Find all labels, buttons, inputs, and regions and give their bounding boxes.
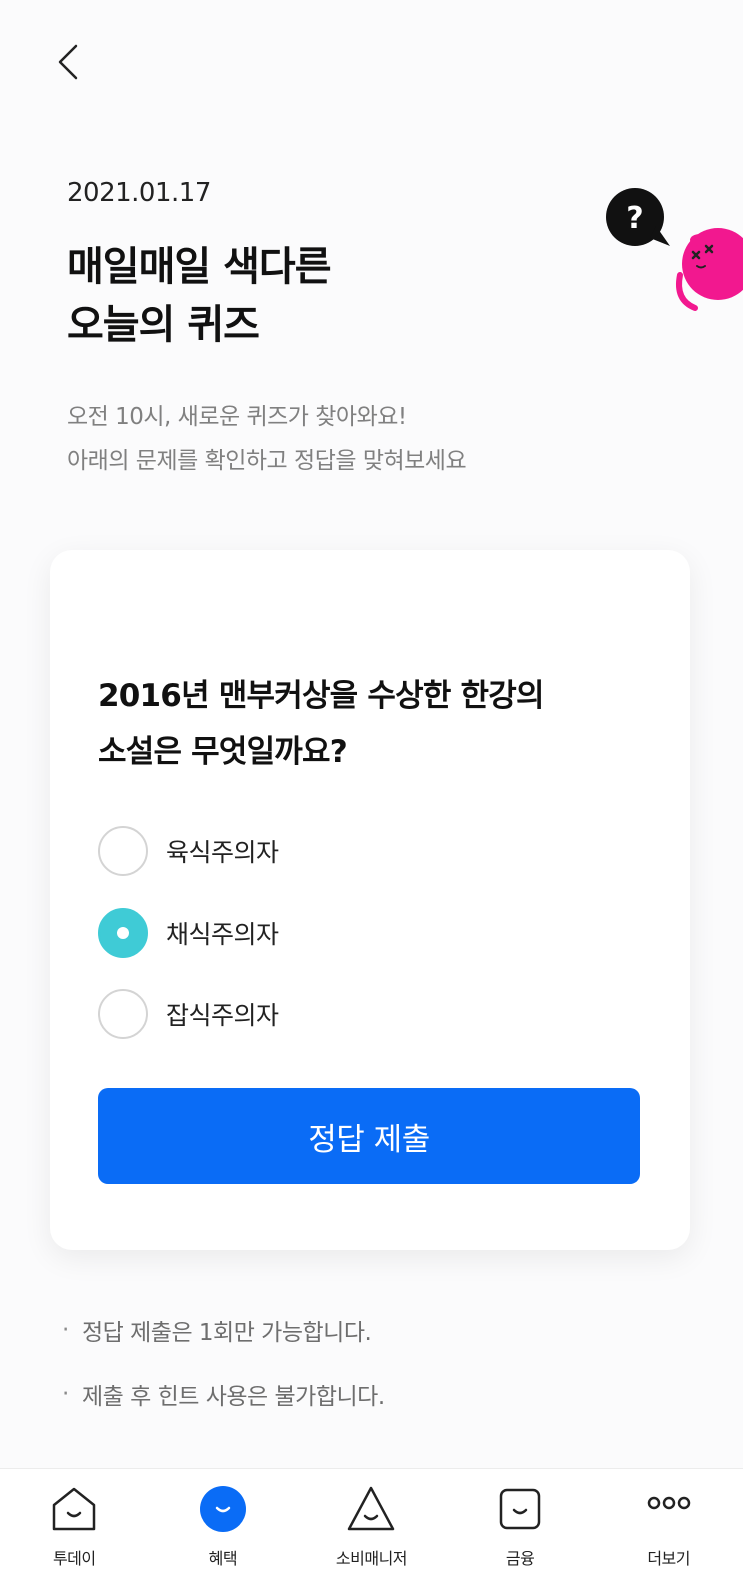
triangle-smile-icon: [345, 1483, 397, 1535]
notice-text: 정답 제출은 1회만 가능합니다.: [82, 1320, 372, 1346]
radio-dot-icon: [117, 927, 129, 939]
notice-text: 제출 후 힌트 사용은 불가합니다.: [82, 1384, 385, 1410]
page-title: 매일매일 색다른 오늘의 퀴즈: [67, 238, 332, 354]
tab-more[interactable]: 더보기: [594, 1469, 743, 1580]
subtitle-line-1: 오전 10시, 새로운 퀴즈가 찾아와요!: [67, 404, 407, 430]
answer-option-label: 잡식주의자: [166, 1001, 279, 1030]
tab-finance[interactable]: 금융: [446, 1469, 595, 1580]
radio-button-selected[interactable]: [98, 908, 148, 958]
subtitle-line-2: 아래의 문제를 확인하고 정답을 맞혀보세요: [67, 448, 467, 474]
notice-list: · 정답 제출은 1회만 가능합니다. · 제출 후 힌트 사용은 불가합니다.: [62, 1298, 385, 1426]
answer-option-label: 육식주의자: [166, 838, 279, 867]
page-subtitle: 오전 10시, 새로운 퀴즈가 찾아와요! 아래의 문제를 확인하고 정답을 맞…: [67, 395, 467, 483]
title-line-1: 매일매일 색다른: [67, 244, 332, 290]
speech-bubble-icon: ?: [606, 188, 670, 246]
quiz-question: 2016년 맨부커상을 수상한 한강의 소설은 무엇일까요?: [98, 668, 658, 780]
bottom-tab-bar: 투데이 혜택 소비매니저 금융 더보기: [0, 1468, 743, 1580]
tab-today[interactable]: 투데이: [0, 1469, 149, 1580]
notice-item: · 정답 제출은 1회만 가능합니다.: [62, 1298, 385, 1362]
tab-label: 소비매니저: [335, 1549, 408, 1568]
tab-label: 투데이: [52, 1549, 96, 1568]
bullet-icon: ·: [62, 1381, 69, 1407]
radio-button[interactable]: [98, 826, 148, 876]
home-smile-icon: [48, 1483, 100, 1535]
quiz-card: 2016년 맨부커상을 수상한 한강의 소설은 무엇일까요? 육식주의자 채식주…: [50, 550, 690, 1250]
answer-option-2[interactable]: 채식주의자: [98, 907, 598, 959]
chevron-left-icon: [58, 44, 78, 80]
tab-label: 혜택: [208, 1549, 238, 1568]
answer-option-1[interactable]: 육식주의자: [98, 825, 598, 877]
speech-bubble-text: ?: [626, 201, 643, 236]
question-line-1: 2016년 맨부커상을 수상한 한강의: [98, 678, 545, 714]
more-dots-icon: [643, 1483, 695, 1535]
tab-spending-manager[interactable]: 소비매니저: [297, 1469, 446, 1580]
tab-label: 더보기: [647, 1549, 690, 1568]
tab-label: 금융: [505, 1549, 535, 1568]
submit-answer-button[interactable]: 정답 제출: [98, 1088, 640, 1184]
answer-option-label: 채식주의자: [166, 920, 279, 949]
bullet-icon: ·: [62, 1317, 69, 1343]
notice-item: · 제출 후 힌트 사용은 불가합니다.: [62, 1362, 385, 1426]
quiz-date: 2021.01.17: [67, 178, 211, 208]
radio-button[interactable]: [98, 989, 148, 1039]
answer-option-3[interactable]: 잡식주의자: [98, 988, 598, 1040]
pink-character-icon: [676, 228, 743, 311]
tab-benefits[interactable]: 혜택: [149, 1469, 298, 1580]
title-line-2: 오늘의 퀴즈: [67, 302, 260, 348]
quiz-mascot-illustration: ?: [606, 188, 743, 311]
back-button[interactable]: [46, 40, 90, 84]
question-line-2: 소설은 무엇일까요?: [98, 734, 348, 770]
bag-smile-icon: [494, 1483, 546, 1535]
benefit-smile-icon: [197, 1483, 249, 1535]
